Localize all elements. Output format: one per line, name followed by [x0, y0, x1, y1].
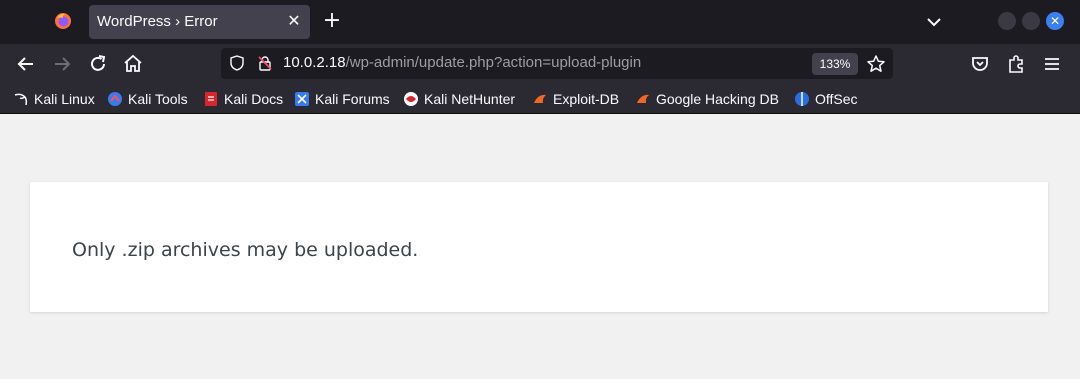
bookmark-google-hacking-db[interactable]: Google Hacking DB — [635, 90, 779, 108]
active-tab[interactable]: WordPress › Error ✕ — [89, 5, 310, 39]
list-all-tabs-icon[interactable] — [922, 10, 946, 34]
url-host: 10.0.2.18 — [283, 54, 346, 71]
url-text[interactable]: 10.0.2.18/wp-admin/update.php?action=upl… — [283, 54, 641, 71]
close-tab-icon[interactable]: ✕ — [284, 11, 304, 31]
maximize-button[interactable] — [1022, 12, 1040, 30]
wp-error-box: Only .zip archives may be uploaded. — [30, 182, 1048, 312]
tracking-protection-icon[interactable] — [229, 55, 245, 71]
bookmark-star-icon[interactable] — [866, 54, 886, 74]
error-message: Only .zip archives may be uploaded. — [72, 239, 419, 261]
bookmark-exploit-db[interactable]: Exploit-DB — [532, 90, 619, 108]
forward-icon[interactable] — [50, 52, 74, 76]
pocket-icon[interactable] — [968, 52, 992, 76]
nethunter-icon — [404, 92, 418, 106]
bookmark-label: Kali Linux — [34, 91, 95, 107]
bookmark-label: OffSec — [815, 91, 858, 107]
tab-title: WordPress › Error — [97, 13, 218, 30]
insecure-lock-icon[interactable] — [257, 55, 273, 71]
close-icon: ✕ — [1049, 14, 1061, 28]
reload-icon[interactable] — [86, 52, 110, 76]
menu-icon[interactable] — [1040, 52, 1064, 76]
url-path: /wp-admin/update.php?action=upload-plugi… — [345, 54, 642, 71]
tab-bar: WordPress › Error ✕ + ✕ — [0, 0, 1080, 44]
bookmark-label: Kali Tools — [128, 91, 188, 107]
address-bar[interactable]: 10.0.2.18/wp-admin/update.php?action=upl… — [221, 48, 893, 79]
bookmark-kali-forums[interactable]: Kali Forums — [294, 90, 390, 108]
bookmark-label: Exploit-DB — [553, 91, 620, 107]
kali-tools-icon — [108, 92, 122, 106]
bookmark-label: Kali Forums — [315, 91, 390, 107]
ghdb-icon — [637, 94, 649, 103]
new-tab-button[interactable]: + — [320, 10, 344, 34]
bookmark-label: Google Hacking DB — [656, 91, 779, 107]
back-icon[interactable] — [14, 52, 38, 76]
kali-docs-icon — [205, 92, 217, 106]
bookmark-kali-tools[interactable]: Kali Tools — [107, 90, 188, 108]
kali-forums-icon — [295, 92, 309, 106]
zoom-indicator[interactable]: 133% — [812, 53, 858, 75]
extensions-icon[interactable] — [1004, 52, 1028, 76]
bookmark-label: Kali Docs — [224, 91, 284, 107]
bookmark-label: Kali NetHunter — [424, 91, 516, 107]
bookmark-kali-nethunter[interactable]: Kali NetHunter — [403, 90, 515, 108]
exploit-db-icon — [534, 94, 546, 103]
offsec-icon — [795, 92, 809, 106]
navigation-bar: 10.0.2.18/wp-admin/update.php?action=upl… — [0, 44, 1080, 84]
home-icon[interactable] — [121, 52, 145, 76]
firefox-icon[interactable] — [54, 12, 72, 30]
minimize-button[interactable] — [998, 12, 1016, 30]
bookmark-kali-docs[interactable]: Kali Docs — [203, 90, 283, 108]
bookmark-offsec[interactable]: OffSec — [794, 90, 858, 108]
bookmark-kali-linux[interactable]: Kali Linux — [13, 90, 95, 108]
bookmarks-toolbar: Kali Linux Kali Tools Kali Docs Kali For… — [0, 84, 1080, 114]
close-window-button[interactable]: ✕ — [1046, 12, 1064, 30]
kali-dragon-icon — [14, 93, 28, 106]
